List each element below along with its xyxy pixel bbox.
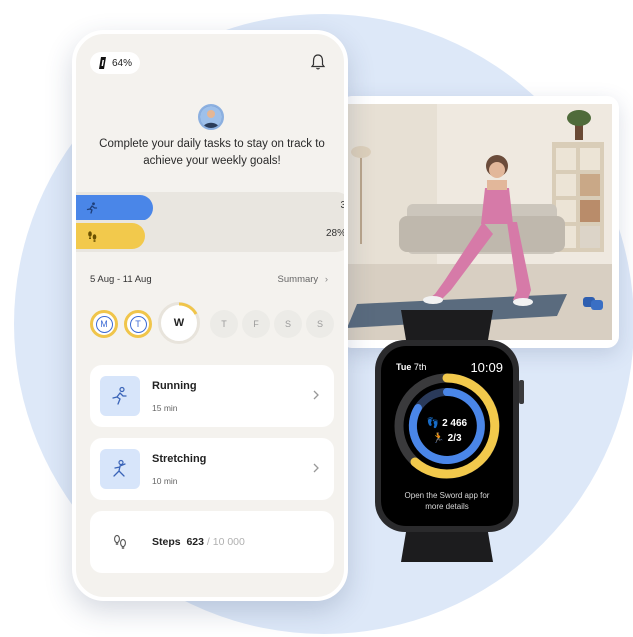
task-card-running[interactable]: Running 15 min [90, 365, 334, 427]
day-sunday[interactable]: S [306, 310, 334, 338]
day-monday[interactable]: M [90, 310, 118, 338]
day-label: S [284, 319, 291, 329]
day-wednesday[interactable]: W [158, 302, 200, 344]
workout-video-image [347, 104, 612, 340]
activity-progress-bar [76, 195, 153, 221]
task-title: Stretching [152, 453, 207, 465]
battery-indicator: 64% [90, 52, 141, 74]
watch-steps-value: 2 466 [442, 418, 468, 429]
watch-time: 10:09 [470, 360, 503, 375]
chevron-right-icon [313, 463, 319, 473]
day-friday[interactable]: F [242, 310, 270, 338]
running-icon [112, 386, 127, 405]
day-tuesday[interactable]: T [124, 310, 152, 338]
steps-progress-value: 28% [325, 228, 346, 239]
page-title: Complete your daily tasks to stay on tra… [99, 138, 325, 167]
user-avatar-icon [200, 106, 222, 128]
steps-goal: / 10 000 [206, 536, 245, 548]
week-range: 5 Aug - 11 Aug [90, 274, 152, 285]
running-icon [86, 202, 98, 214]
day-label: S [316, 319, 323, 329]
battery-percentage: 64% [112, 57, 133, 69]
footsteps-icon [88, 231, 97, 242]
activity-progress-value: 3 [340, 200, 346, 211]
phone-screen: 64% Complete your daily tasks to stay on… [72, 30, 348, 601]
day-label: T [221, 319, 227, 329]
watch-tasks-value: 2/3 [447, 433, 462, 444]
task-title: Running [152, 380, 197, 392]
bell-icon[interactable] [310, 53, 326, 71]
steps-icon-box [100, 522, 140, 562]
watch-date: Tue 7th [396, 362, 426, 372]
task-card-stretching[interactable]: Stretching 10 min [90, 438, 334, 500]
sword-logo-icon [99, 57, 106, 69]
footsteps-icon [114, 534, 126, 549]
task-icon-box [100, 376, 140, 416]
day-saturday[interactable]: S [274, 310, 302, 338]
task-duration: 15 min [152, 403, 178, 413]
footsteps-icon: 👣 [426, 418, 440, 429]
week-days: M T W T F S S [90, 302, 334, 348]
steps-card: Steps 623 / 10 000 [90, 511, 334, 573]
day-thursday[interactable]: T [210, 310, 238, 338]
steps-title: Steps [152, 536, 181, 548]
steps-label: Steps 623 / 10 000 [152, 536, 245, 548]
day-label: M [95, 315, 113, 333]
watch-steps: 👣 2 466 [367, 418, 527, 429]
summary-link[interactable]: Summary › [278, 274, 328, 285]
avatar[interactable] [198, 104, 224, 130]
day-label: F [253, 319, 259, 329]
summary-label: Summary [277, 274, 319, 285]
watch-message: Open the Sword app for more details [404, 491, 490, 511]
stretching-icon [113, 459, 126, 477]
watch-tasks: 🏃 2/3 [367, 433, 527, 444]
running-icon: 🏃 [432, 433, 445, 444]
today-progress-ring [178, 302, 198, 315]
steps-progress-track: 28% [76, 220, 346, 252]
smartwatch: Tue 7th 10:09 👣 2 466 🏃 2/3 Open the Swo… [367, 310, 527, 562]
steps-count: 623 [186, 536, 204, 548]
task-duration: 10 min [152, 476, 178, 486]
task-icon-box [100, 449, 140, 489]
chevron-right-icon [313, 390, 319, 400]
watch-day: Tue [396, 362, 412, 372]
steps-progress-bar [76, 223, 145, 249]
watch-day-number: 7th [413, 362, 427, 372]
chevron-right-icon: › [324, 274, 328, 285]
day-label: T [129, 315, 147, 333]
